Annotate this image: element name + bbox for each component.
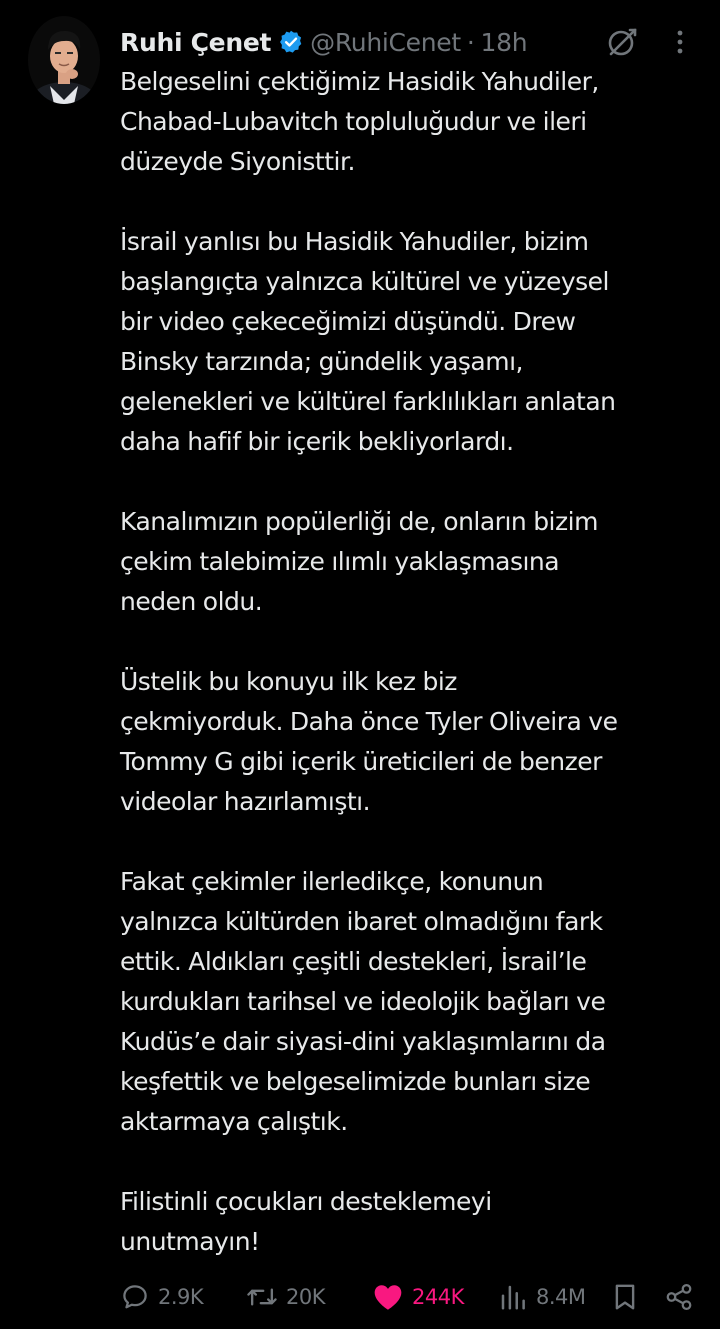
reply-icon <box>120 1282 150 1312</box>
author-display-name[interactable]: Ruhi Çenet <box>120 28 271 57</box>
repost-icon <box>246 1282 278 1312</box>
more-options-icon[interactable] <box>668 26 692 58</box>
author-handle[interactable]: @RuhiCenet <box>310 28 461 57</box>
text-line: İsrail yanlısı bu Hasidik Yahudiler, biz… <box>120 227 589 256</box>
text-line: keşfettik ve belgeselimizde bunları size <box>120 1067 591 1096</box>
views-button[interactable]: 8.4M <box>498 1276 586 1318</box>
reply-count: 2.9K <box>158 1285 204 1309</box>
text-line: aktarmaya çalıştık. <box>120 1107 348 1136</box>
avatar-image <box>28 16 100 104</box>
text-line: kurdukları tarihsel ve ideolojik bağları… <box>120 987 606 1016</box>
tweet-timestamp[interactable]: 18h <box>481 28 528 57</box>
text-line: düzeyde Siyonisttir. <box>120 147 355 176</box>
tweet-action-bar: 2.9K 20K 244K 8.4M <box>0 1276 720 1318</box>
text-line: Binsky tarzında; gündelik yaşamı, <box>120 347 524 376</box>
paragraph: İsrail yanlısı bu Hasidik Yahudiler, biz… <box>120 222 706 462</box>
text-line: çekmiyorduk. Daha önce Tyler Oliveira ve <box>120 707 618 736</box>
bookmark-icon <box>610 1282 640 1312</box>
paragraph: Kanalımızın popülerliği de, onların bizi… <box>120 502 706 622</box>
like-count: 244K <box>412 1285 464 1309</box>
text-line: gelenekleri ve kültürel farklılıkları an… <box>120 387 616 416</box>
text-line: videolar hazırlamıştı. <box>120 787 371 816</box>
text-line: çekim talebimize ılımlı yaklaşmasına <box>120 547 560 576</box>
separator-dot: · <box>466 27 475 57</box>
paragraph: Filistinli çocukları desteklemeyi unutma… <box>120 1182 706 1262</box>
heart-icon <box>372 1282 404 1312</box>
repost-count: 20K <box>286 1285 326 1309</box>
text-line: daha hafif bir içerik bekliyorlardı. <box>120 427 514 456</box>
share-button[interactable] <box>664 1276 694 1318</box>
text-line: Fakat çekimler ilerledikçe, konunun <box>120 867 544 896</box>
verified-badge-icon[interactable] <box>278 29 304 55</box>
text-line: neden oldu. <box>120 587 263 616</box>
text-line: Filistinli çocukları desteklemeyi <box>120 1187 492 1216</box>
like-button[interactable]: 244K <box>372 1276 464 1318</box>
tweet-text: Belgeselini çektiğimiz Hasidik Yahudiler… <box>120 62 706 1262</box>
avatar[interactable] <box>28 16 100 104</box>
text-line: ettik. Aldıkları çeşitli destekleri, İsr… <box>120 947 587 976</box>
views-chart-icon <box>498 1282 528 1312</box>
text-line: Chabad-Lubavitch topluluğudur ve ileri <box>120 107 587 136</box>
share-icon <box>664 1282 694 1312</box>
repost-button[interactable]: 20K <box>246 1276 326 1318</box>
text-line: yalnızca kültürden ibaret olmadığını far… <box>120 907 603 936</box>
reply-button[interactable]: 2.9K <box>120 1276 204 1318</box>
text-line: Kudüs’e dair siyasi-dini yaklaşımlarını … <box>120 1027 606 1056</box>
text-line: unutmayın! <box>120 1227 260 1256</box>
text-line: başlangıçta yalnızca kültürel ve yüzeyse… <box>120 267 610 296</box>
text-line: Kanalımızın popülerliği de, onların bizi… <box>120 507 598 536</box>
grok-icon[interactable] <box>604 24 640 60</box>
paragraph: Fakat çekimler ilerledikçe, konunun yaln… <box>120 862 706 1142</box>
paragraph: Üstelik bu konuyu ilk kez biz çekmiyordu… <box>120 662 706 822</box>
bookmark-button[interactable] <box>610 1276 640 1318</box>
tweet-header: Ruhi Çenet @RuhiCenet · 18h <box>120 22 528 62</box>
paragraph: Belgeselini çektiğimiz Hasidik Yahudiler… <box>120 62 706 182</box>
text-line: Belgeselini çektiğimiz Hasidik Yahudiler… <box>120 67 599 96</box>
text-line: Tommy G gibi içerik üreticileri de benze… <box>120 747 602 776</box>
text-line: Üstelik bu konuyu ilk kez biz <box>120 667 457 696</box>
views-count: 8.4M <box>536 1285 586 1309</box>
text-line: bir video çekeceğimizi düşündü. Drew <box>120 307 576 336</box>
